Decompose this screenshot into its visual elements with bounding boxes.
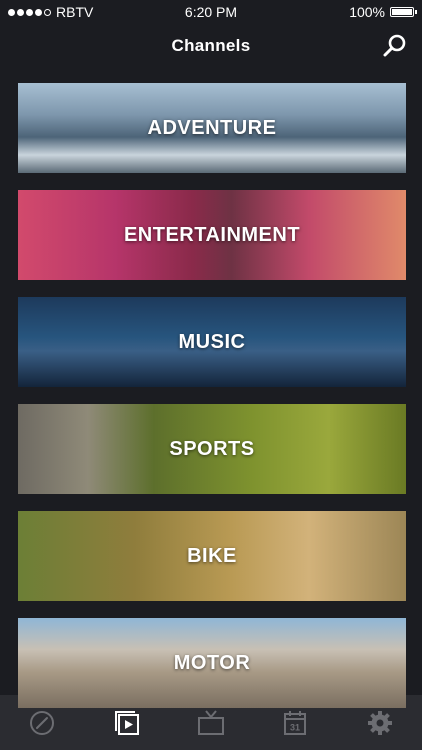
channel-label: SPORTS bbox=[169, 437, 255, 460]
channel-list: ADVENTURE ENTERTAINMENT MUSIC SPORTS BIK… bbox=[18, 83, 406, 725]
channel-card-music[interactable]: MUSIC bbox=[18, 297, 406, 387]
search-icon bbox=[383, 34, 406, 57]
channel-label: ADVENTURE bbox=[147, 116, 277, 139]
channel-card-bike[interactable]: BIKE bbox=[18, 511, 406, 601]
gear-icon bbox=[367, 710, 392, 735]
nav-bar: Channels bbox=[0, 24, 422, 68]
page-title: Channels bbox=[171, 36, 251, 55]
channel-label: ENTERTAINMENT bbox=[123, 223, 301, 246]
channel-card-motor[interactable]: MOTOR bbox=[18, 618, 406, 708]
calendar-day: 31 bbox=[290, 722, 300, 732]
channels-play-icon bbox=[114, 710, 139, 735]
battery-percent: 100% bbox=[349, 4, 385, 20]
channel-card-entertainment[interactable]: ENTERTAINMENT bbox=[18, 190, 406, 280]
tv-icon bbox=[198, 709, 225, 735]
channel-label: BIKE bbox=[187, 544, 237, 567]
battery-fill bbox=[392, 9, 412, 15]
channel-card-adventure[interactable]: ADVENTURE bbox=[18, 83, 406, 173]
channel-label: MUSIC bbox=[178, 330, 246, 353]
battery-icon bbox=[390, 7, 417, 17]
search-button[interactable] bbox=[382, 32, 408, 58]
compass-icon bbox=[30, 710, 55, 735]
calendar-icon: 31 bbox=[284, 710, 307, 735]
status-bar: RBTV 6:20 PM 100% bbox=[0, 0, 422, 24]
channel-card-sports[interactable]: SPORTS bbox=[18, 404, 406, 494]
battery-status: 100% bbox=[349, 4, 417, 20]
channel-label: MOTOR bbox=[173, 651, 251, 674]
